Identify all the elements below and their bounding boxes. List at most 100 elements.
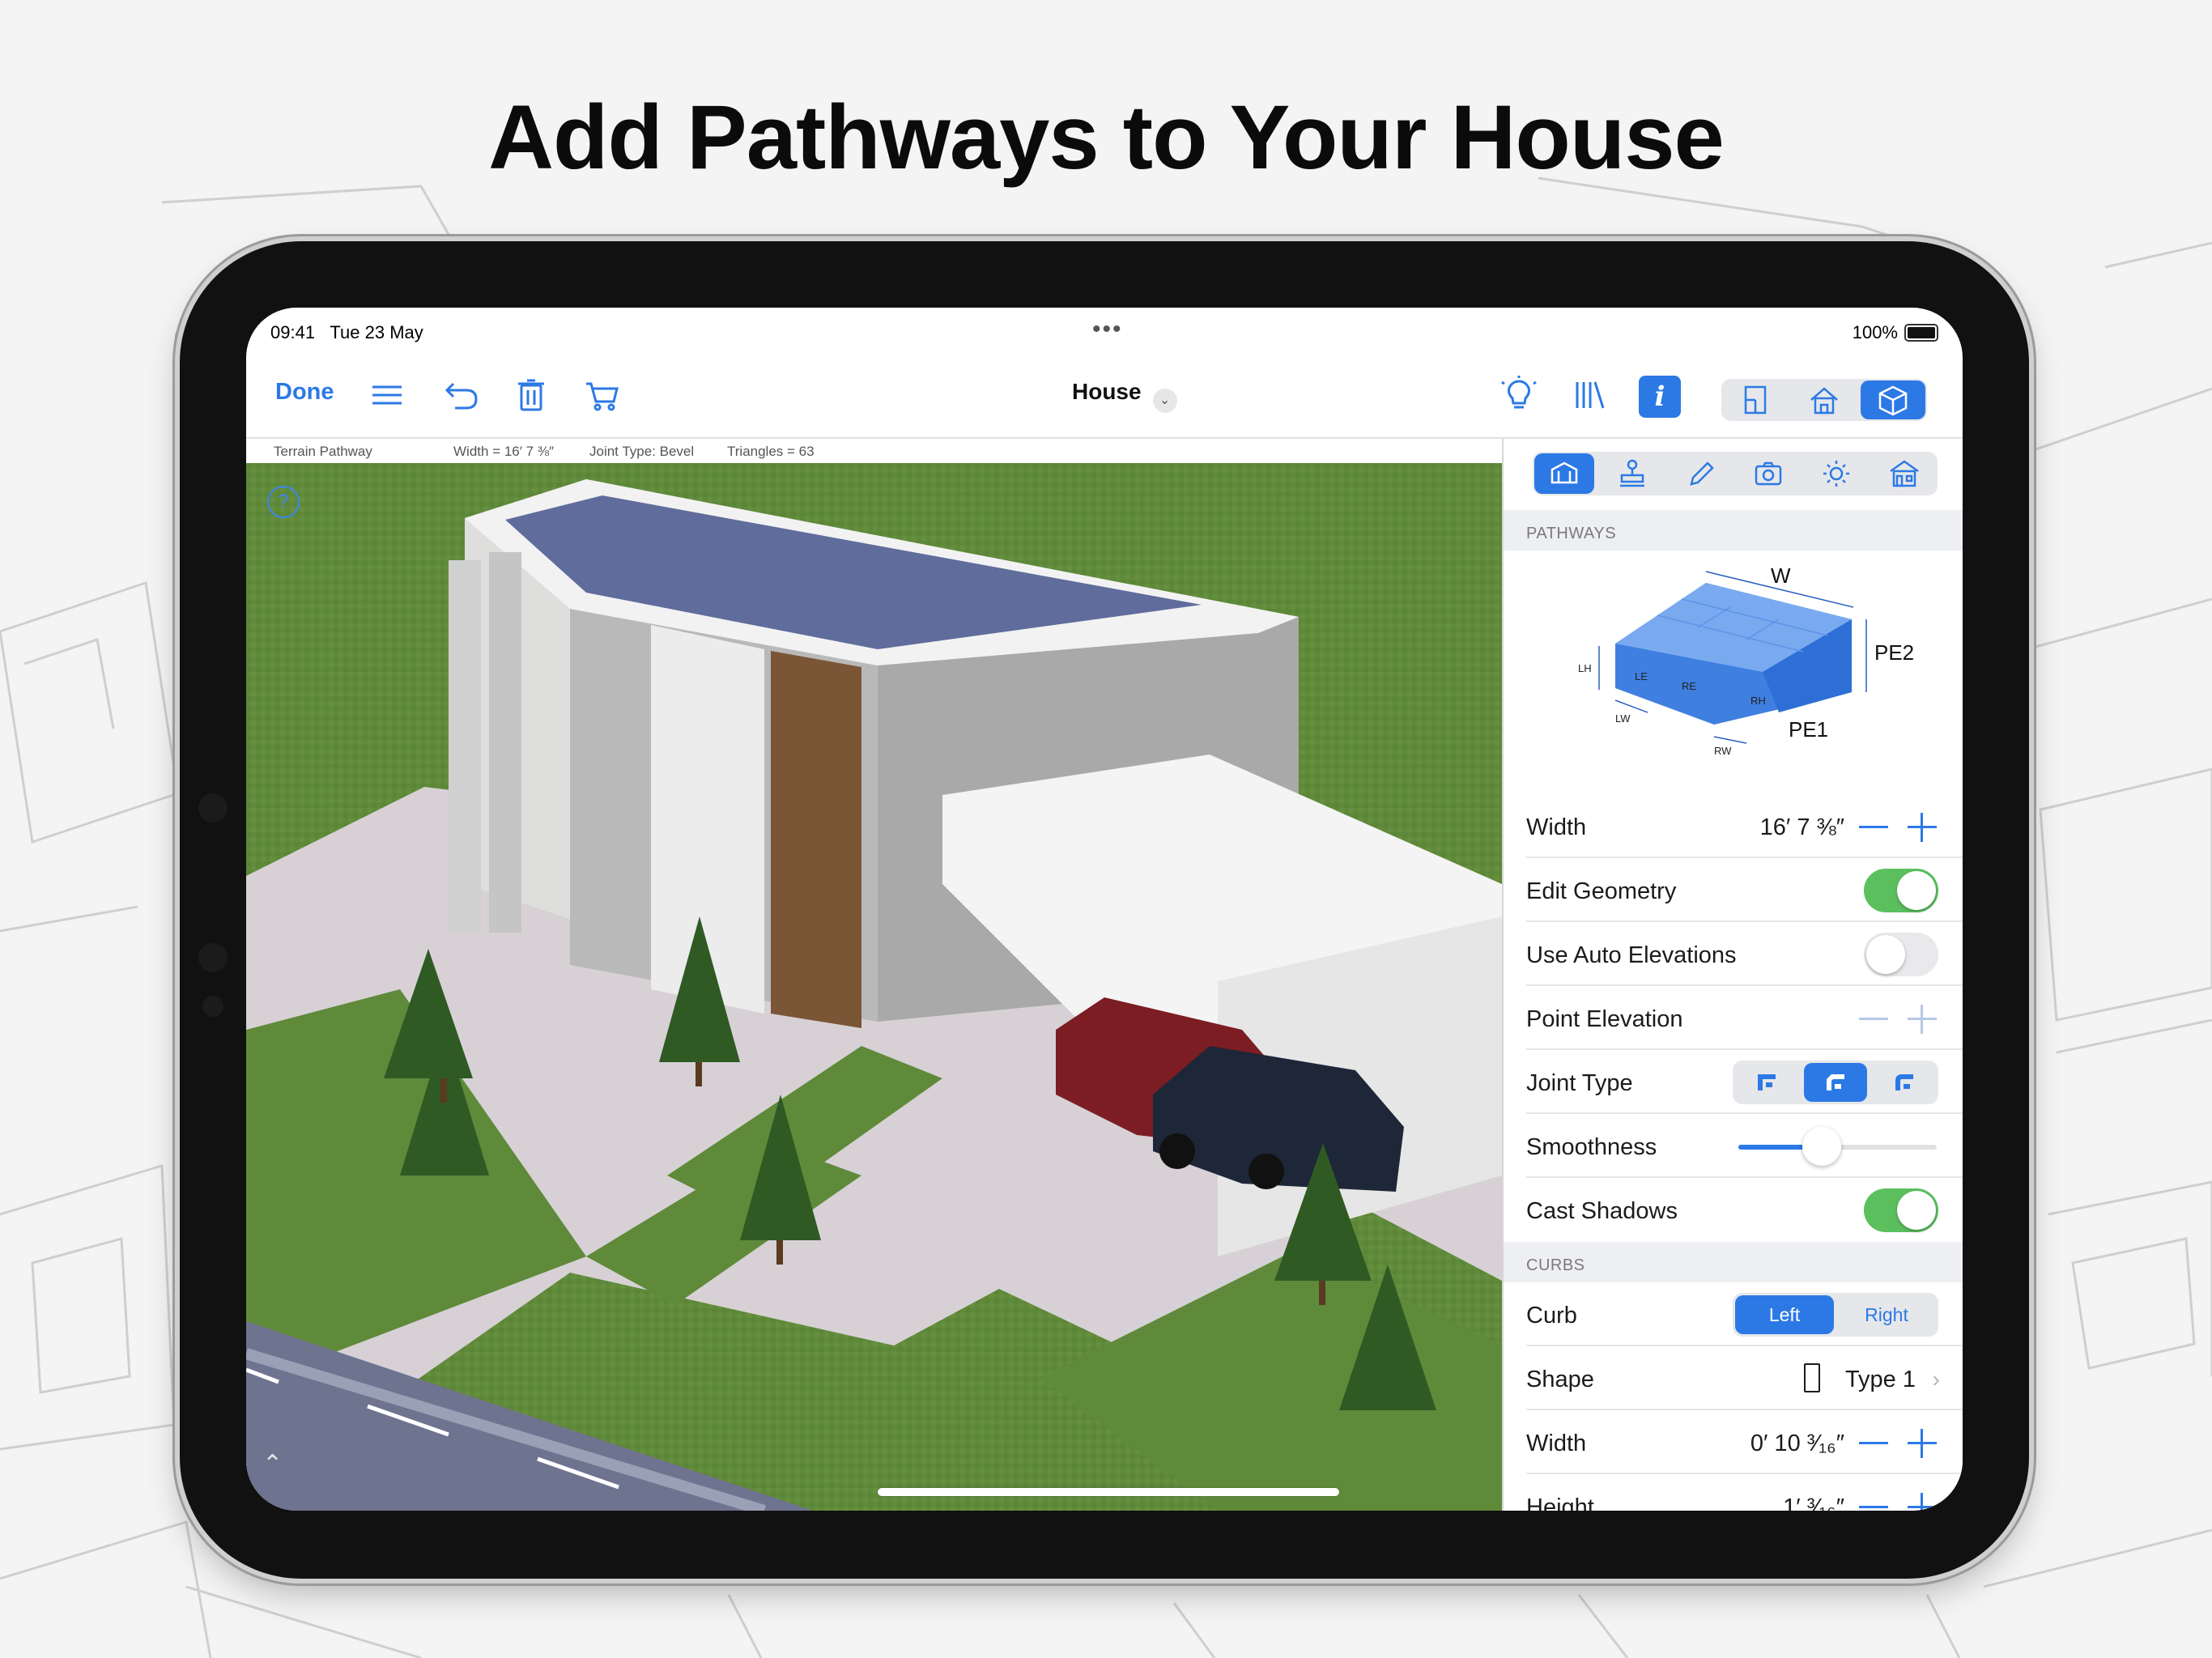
joint-bevel-button[interactable] (1804, 1063, 1867, 1102)
curb-segmented: Left Right (1733, 1293, 1938, 1337)
tab-building[interactable] (1874, 453, 1934, 494)
info-icon[interactable]: i (1639, 376, 1681, 418)
smoothness-slider[interactable] (1738, 1127, 1937, 1166)
edit-geometry-toggle[interactable] (1864, 869, 1938, 912)
auto-elevations-toggle[interactable] (1864, 933, 1938, 976)
sun-icon (1823, 461, 1849, 487)
tab-pencil[interactable] (1670, 453, 1730, 494)
selection-object: Terrain Pathway (274, 444, 372, 459)
top-toolbar: Done House ⌄ i (246, 356, 1963, 439)
lightbulb-icon[interactable] (1498, 374, 1540, 416)
trash-icon[interactable] (510, 374, 552, 416)
shape-row[interactable]: Shape Type 1 › (1504, 1347, 1963, 1410)
3d-scene[interactable] (246, 463, 1502, 1511)
device-sensor (198, 943, 228, 972)
curb-width-row: Width 0′ 10 ³⁄₁₆″ (1504, 1411, 1963, 1474)
minus-icon[interactable] (1859, 1018, 1888, 1020)
label-lw: LW (1615, 712, 1631, 725)
curb-height-row: Height 1′ ³⁄₁₆″ (1504, 1475, 1963, 1511)
undo-icon[interactable] (440, 374, 483, 416)
view-floorplan-button[interactable] (1723, 380, 1788, 419)
tab-sun[interactable] (1806, 453, 1866, 494)
minus-icon[interactable] (1859, 1506, 1888, 1508)
cast-shadows-toggle[interactable] (1864, 1188, 1938, 1232)
toggle-knob (1897, 1191, 1936, 1230)
tab-stamp[interactable] (1602, 453, 1662, 494)
floorplan-icon (1744, 385, 1767, 414)
pathways-section-header: PATHWAYS (1504, 510, 1963, 551)
selection-triangles: Triangles = 63 (727, 444, 815, 459)
minus-icon[interactable] (1859, 1442, 1888, 1444)
tab-pathway[interactable] (1534, 453, 1594, 494)
selection-joint: Joint Type: Bevel (589, 444, 695, 459)
row-separator (1526, 1176, 1963, 1178)
curb-width-stepper[interactable] (1859, 1429, 1940, 1458)
label-le: LE (1635, 670, 1648, 682)
width-label: Width (1526, 814, 1587, 840)
joint-miter-button[interactable] (1735, 1063, 1798, 1102)
curb-shape-icon (1804, 1363, 1820, 1392)
chevron-down-icon[interactable]: ⌄ (1152, 389, 1177, 413)
width-stepper[interactable] (1859, 813, 1940, 842)
label-lh: LH (1578, 662, 1592, 674)
pathways-header-text: PATHWAYS (1526, 525, 1617, 542)
row-separator (1526, 984, 1963, 986)
curb-left-button[interactable]: Left (1735, 1295, 1834, 1334)
tab-camera[interactable] (1738, 453, 1798, 494)
joint-type-segmented (1733, 1061, 1938, 1104)
minus-icon[interactable] (1859, 826, 1888, 828)
width-value[interactable]: 16′ 7 ⅜″ (1760, 814, 1844, 841)
view-house-button[interactable] (1792, 380, 1857, 419)
status-bar: 09:41 Tue 23 May ••• 100% (246, 308, 1963, 356)
chevron-up-icon[interactable]: ⌃ (262, 1450, 283, 1478)
toggle-knob (1866, 935, 1905, 974)
home-indicator[interactable] (878, 1488, 1339, 1496)
row-separator (1526, 1112, 1963, 1114)
auto-elevations-label: Use Auto Elevations (1526, 942, 1737, 968)
document-title-text: House (1072, 379, 1142, 404)
curb-height-value[interactable]: 1′ ³⁄₁₆″ (1783, 1494, 1844, 1511)
joint-round-icon (1895, 1074, 1913, 1090)
status-time-text: 09:41 (270, 322, 316, 342)
help-icon[interactable]: ? (267, 486, 300, 518)
slider-thumb[interactable] (1802, 1127, 1841, 1166)
pathway-diagram: W PE2 PE1 LH LE RE RH LW RW (1578, 563, 1914, 757)
label-w: W (1771, 563, 1791, 588)
width-row: Width 16′ 7 ⅜″ (1504, 795, 1963, 858)
curb-height-stepper[interactable] (1859, 1493, 1940, 1511)
menu-icon[interactable] (366, 374, 408, 416)
chevron-right-icon: › (1932, 1367, 1940, 1392)
selection-info-bar: Terrain Pathway Width = 16′ 7 ⅜″ Joint T… (246, 439, 1501, 463)
battery-percent: 100% (1852, 322, 1898, 342)
joint-type-label: Joint Type (1526, 1070, 1633, 1096)
done-button[interactable]: Done (275, 379, 334, 406)
document-title[interactable]: House ⌄ (1072, 379, 1177, 413)
status-time: 09:41 Tue 23 May (270, 322, 423, 343)
cart-icon[interactable] (581, 374, 623, 416)
edit-geometry-row: Edit Geometry (1504, 859, 1963, 922)
library-icon[interactable] (1569, 374, 1611, 416)
selection-width: Width = 16′ 7 ⅜″ (453, 444, 555, 459)
label-pe1: PE1 (1789, 717, 1828, 742)
label-re: RE (1682, 680, 1696, 692)
stamp-icon (1620, 459, 1644, 487)
curb-right-button[interactable]: Right (1837, 1295, 1936, 1334)
wood-door (771, 651, 861, 1028)
3d-viewport[interactable]: ? ⌃ (246, 463, 1502, 1511)
toggle-knob (1897, 871, 1936, 910)
cube-icon (1878, 385, 1908, 416)
curb-width-value[interactable]: 0′ 10 ³⁄₁₆″ (1750, 1431, 1844, 1457)
label-rh: RH (1750, 695, 1766, 707)
camera-icon (1755, 461, 1782, 486)
plus-icon-bar (1908, 826, 1937, 828)
pencil-icon (1690, 461, 1714, 486)
multitasking-dots[interactable]: ••• (1092, 316, 1123, 343)
building-icon (1890, 460, 1919, 487)
joint-round-button[interactable] (1873, 1063, 1936, 1102)
view-3d-button[interactable] (1861, 380, 1925, 419)
row-separator (1526, 1345, 1963, 1346)
point-elevation-label: Point Elevation (1526, 1006, 1683, 1032)
joint-miter-icon (1758, 1074, 1776, 1090)
point-elevation-stepper[interactable] (1859, 1005, 1940, 1034)
curbs-header-text: CURBS (1526, 1256, 1585, 1274)
